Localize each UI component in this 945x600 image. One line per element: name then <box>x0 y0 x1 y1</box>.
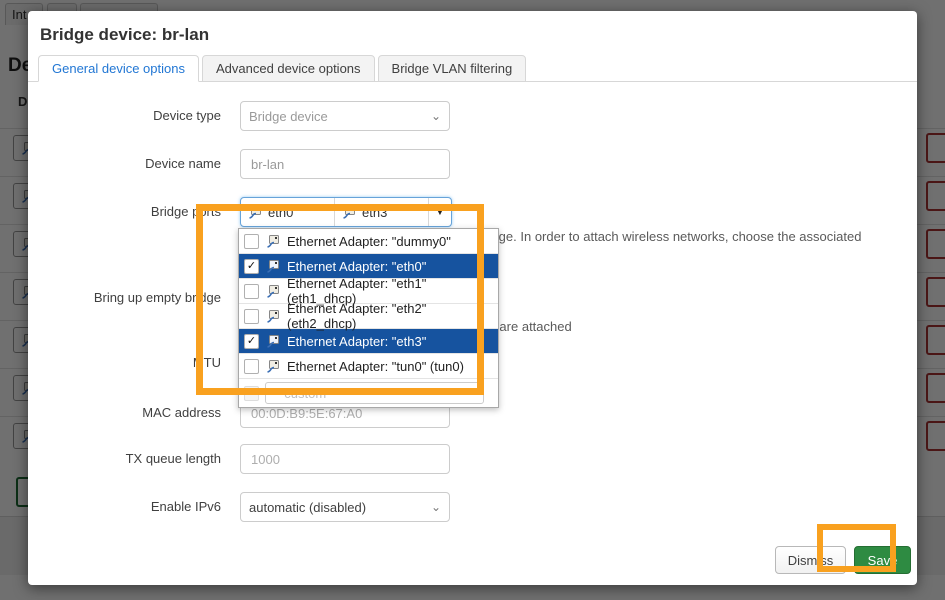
ethernet-adapter-icon <box>265 258 281 274</box>
ethernet-adapter-icon <box>265 358 281 374</box>
enable-ipv6-select[interactable]: automatic (disabled) ⌄ <box>240 492 450 522</box>
tx-queue-length-input[interactable] <box>249 451 441 468</box>
selected-port-token[interactable]: eth0 <box>241 198 335 226</box>
device-name-field <box>240 149 450 179</box>
bridge-ports-multiselect[interactable]: eth0 eth3 ▼ <box>240 197 452 227</box>
tab-advanced-device-options[interactable]: Advanced device options <box>202 55 375 82</box>
bring-up-empty-bridge-label: Bring up empty bridge <box>28 290 221 305</box>
page: Int De D Bridge device: br-lan General d… <box>0 0 945 600</box>
item-checkbox[interactable]: ✓ <box>244 334 259 349</box>
modal-title: Bridge device: br-lan <box>40 25 209 45</box>
dropdown-item[interactable]: Ethernet Adapter: "dummy0" <box>239 229 498 254</box>
tab-bridge-vlan-filtering[interactable]: Bridge VLAN filtering <box>378 55 527 82</box>
dismiss-button[interactable]: Dismiss <box>775 546 846 574</box>
custom-checkbox[interactable] <box>244 386 259 401</box>
token-label: eth3 <box>362 205 387 220</box>
ethernet-adapter-icon <box>247 204 263 220</box>
tab-general-device-options[interactable]: General device options <box>38 55 199 82</box>
tx-queue-length-label: TX queue length <box>28 451 221 466</box>
enable-ipv6-label: Enable IPv6 <box>28 499 221 514</box>
selected-port-token[interactable]: eth3 <box>335 198 429 226</box>
dropdown-item[interactable]: Ethernet Adapter: "tun0" (tun0) <box>239 354 498 379</box>
dropdown-arrow-icon[interactable]: ▼ <box>429 198 451 226</box>
token-label: eth0 <box>268 205 293 220</box>
dropdown-item[interactable]: ✓ Ethernet Adapter: "eth3" <box>239 329 498 354</box>
enable-ipv6-value: automatic (disabled) <box>249 500 366 515</box>
item-label: Ethernet Adapter: "tun0" (tun0) <box>287 359 464 374</box>
ethernet-adapter-icon <box>341 204 357 220</box>
save-button[interactable]: Save <box>854 546 911 574</box>
tx-queue-length-field <box>240 444 450 474</box>
chevron-down-icon: ⌄ <box>431 109 441 123</box>
item-checkbox[interactable]: ✓ <box>244 259 259 274</box>
item-label: Ethernet Adapter: "eth2" (eth2_dhcp) <box>287 301 498 331</box>
item-checkbox[interactable] <box>244 359 259 374</box>
device-type-label: Device type <box>28 108 221 123</box>
mtu-label: MTU <box>28 355 221 370</box>
ethernet-adapter-icon <box>265 283 281 299</box>
item-label: Ethernet Adapter: "dummy0" <box>287 234 451 249</box>
dropdown-item[interactable]: Ethernet Adapter: "eth2" (eth2_dhcp) <box>239 304 498 329</box>
mac-address-label: MAC address <box>28 405 221 420</box>
item-checkbox[interactable] <box>244 234 259 249</box>
item-checkbox[interactable] <box>244 309 259 324</box>
bridge-device-modal: Bridge device: br-lan General device opt… <box>28 11 917 585</box>
device-type-select[interactable]: Bridge device ⌄ <box>240 101 450 131</box>
modal-tabbar: General device options Advanced device o… <box>28 57 917 82</box>
custom-port-input[interactable] <box>265 382 484 404</box>
ethernet-adapter-icon <box>265 308 281 324</box>
device-name-label: Device name <box>28 156 221 171</box>
item-label: Ethernet Adapter: "eth0" <box>287 259 426 274</box>
ethernet-adapter-icon <box>265 333 281 349</box>
chevron-down-icon: ⌄ <box>431 500 441 514</box>
item-checkbox[interactable] <box>244 284 259 299</box>
device-name-input[interactable] <box>249 156 441 173</box>
item-label: Ethernet Adapter: "eth3" <box>287 334 426 349</box>
bridge-ports-dropdown-list: Ethernet Adapter: "dummy0" ✓ Ethernet Adap… <box>238 228 499 408</box>
bridge-ports-label: Bridge ports <box>28 204 221 219</box>
dropdown-custom-row <box>239 379 498 407</box>
ethernet-adapter-icon <box>265 233 281 249</box>
device-type-value: Bridge device <box>249 109 328 124</box>
